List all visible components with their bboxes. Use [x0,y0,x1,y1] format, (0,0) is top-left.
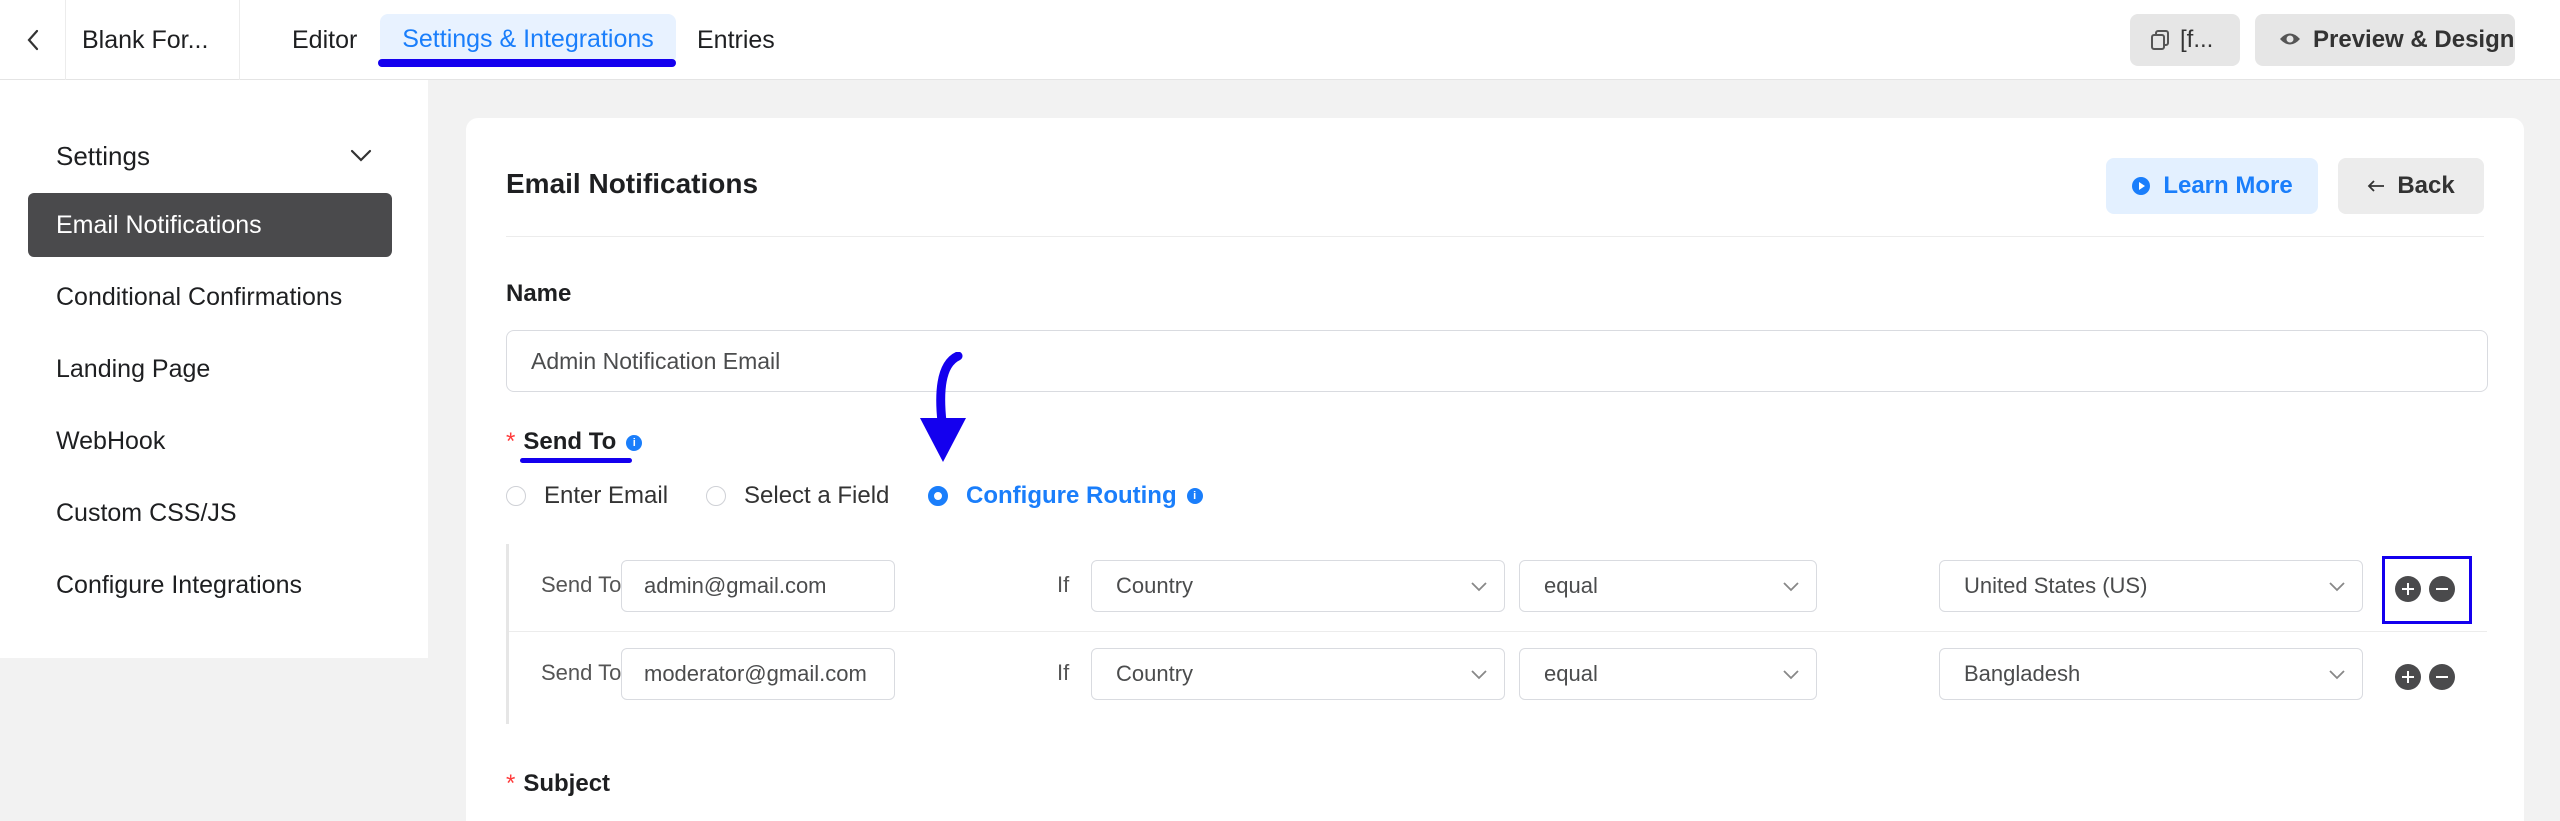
sidebar-item-webhook[interactable]: WebHook [28,409,392,473]
chevron-left-icon [27,29,38,51]
chevron-down-icon [1783,670,1799,680]
sidebar-item-landing-page[interactable]: Landing Page [28,337,392,401]
route-value: United States (US) [1964,573,2148,598]
tab-editor[interactable]: Editor [292,0,357,80]
route-email-input[interactable]: admin@gmail.com [621,560,895,612]
route-value: Bangladesh [1964,661,2081,686]
page-title: Email Notifications [506,168,759,199]
add-route-button[interactable] [2395,664,2421,690]
annotation-underline [520,458,632,463]
route-operator-value: equal [1544,661,1598,686]
radio-label: Configure Routing [966,482,1177,509]
back-button[interactable]: Back [2338,158,2484,214]
tab-settings-integrations[interactable]: Settings & Integrations [380,14,676,64]
route-if-label: If [1057,572,1070,597]
form-title[interactable]: Blank For... [66,0,240,80]
subject-label: * Subject [506,770,610,798]
sidebar-heading[interactable]: Settings [56,136,372,176]
copy-icon [2151,30,2169,50]
radio-circle-checked [928,486,948,506]
divider [506,236,2484,237]
annotation-highlight-box [2382,556,2472,624]
chevron-down-icon [2329,670,2345,680]
chevron-down-icon [2329,582,2345,592]
sidebar-item-conditional-confirmations[interactable]: Conditional Confirmations [28,265,392,329]
tab-entries[interactable]: Entries [697,0,775,80]
chevron-down-icon [1471,670,1487,680]
info-icon[interactable]: i [626,434,643,451]
required-asterisk: * [506,770,516,797]
route-email-input[interactable]: moderator@gmail.com [621,648,895,700]
email-notifications-card: Email Notifications Learn More Back Name… [466,118,2524,821]
route-value-select[interactable]: United States (US) [1939,560,2363,612]
name-label: Name [506,280,572,307]
top-bar: Blank For... Editor Settings & Integrati… [0,0,2560,80]
chevron-down-icon [1471,582,1487,592]
shortcode-label: [f... [2180,26,2214,53]
name-input[interactable]: Admin Notification Email [506,330,2488,392]
eye-icon [2279,26,2301,54]
radio-circle [706,486,726,506]
minus-icon [2436,676,2448,678]
radio-circle [506,486,526,506]
send-to-label-text: Send To [523,428,617,455]
route-operator-value: equal [1544,573,1598,598]
subject-label-text: Subject [523,770,611,797]
play-circle-icon [2132,177,2151,195]
sidebar-heading-label: Settings [56,140,150,171]
routing-rules: Send To admin@gmail.com If Country equal… [506,544,2487,724]
sidebar-item-custom-css-js[interactable]: Custom CSS/JS [28,481,392,545]
route-field-value: Country [1116,573,1194,598]
routing-row: Send To admin@gmail.com If Country equal… [509,544,2487,632]
route-operator-select[interactable]: equal [1519,560,1817,612]
radio-configure-routing[interactable]: Configure Routing i [928,480,1203,512]
routing-row: Send To moderator@gmail.com If Country e… [509,632,2487,720]
back-arrow-button[interactable] [0,0,66,80]
settings-sidebar: Settings Email Notifications Conditional… [0,80,428,658]
route-field-value: Country [1116,661,1194,686]
preview-design-button[interactable]: Preview & Design [2255,14,2515,66]
annotation-arrow-icon [920,352,966,462]
route-if-label: If [1057,660,1070,685]
chevron-down-icon [1783,582,1799,592]
route-operator-select[interactable]: equal [1519,648,1817,700]
remove-route-button[interactable] [2429,664,2455,690]
learn-more-label: Learn More [2163,172,2293,199]
sidebar-item-configure-integrations[interactable]: Configure Integrations [28,553,392,617]
sidebar-item-email-notifications[interactable]: Email Notifications [28,193,392,257]
send-to-label: * Send To i [506,428,643,456]
annotation-underline [378,59,676,67]
radio-select-field[interactable]: Select a Field [706,480,889,512]
route-send-to-label: Send To [541,660,622,685]
arrow-left-icon [2368,180,2385,192]
chevron-down-icon [350,149,372,162]
route-field-select[interactable]: Country [1091,560,1505,612]
radio-label: Select a Field [744,482,890,509]
preview-design-label: Preview & Design [2313,26,2515,53]
route-send-to-label: Send To [541,572,622,597]
route-field-select[interactable]: Country [1091,648,1505,700]
plus-icon [2402,671,2414,683]
learn-more-button[interactable]: Learn More [2106,158,2318,214]
required-asterisk: * [506,428,516,455]
radio-label: Enter Email [544,482,669,509]
shortcode-button[interactable]: [f... [2130,14,2240,66]
radio-enter-email[interactable]: Enter Email [506,480,668,512]
info-icon[interactable]: i [1186,488,1203,504]
route-value-select[interactable]: Bangladesh [1939,648,2363,700]
back-label: Back [2397,172,2455,199]
